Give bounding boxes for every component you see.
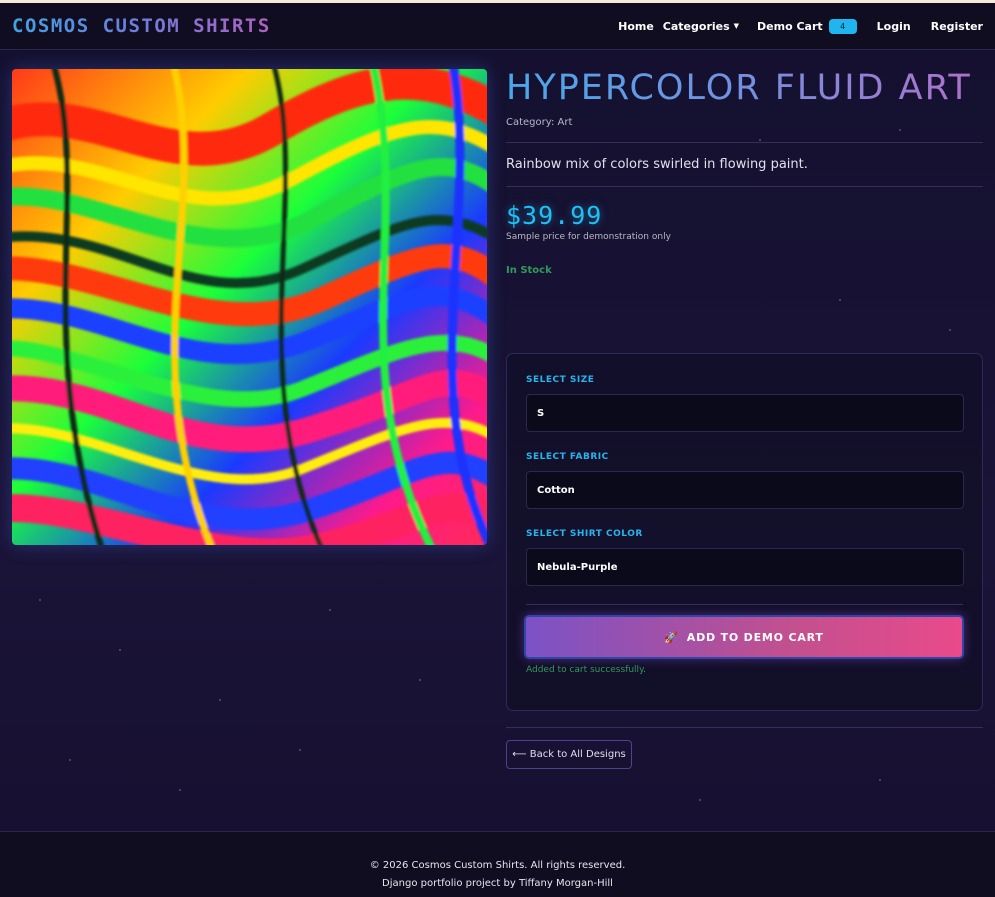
- shirt-color-select[interactable]: Nebula-Purple: [526, 548, 964, 586]
- divider: [526, 604, 963, 605]
- rocket-icon: 🚀: [664, 630, 679, 644]
- divider: [506, 142, 983, 143]
- product-title: HYPERCOLOR FLUID ART: [506, 69, 983, 108]
- add-to-cart-button[interactable]: 🚀 ADD TO DEMO CART: [524, 615, 964, 659]
- nav-categories-dropdown[interactable]: Categories ▼: [663, 20, 739, 33]
- footer-credit: Django portfolio project by Tiffany Morg…: [382, 878, 613, 889]
- product-image: [12, 69, 487, 545]
- footer-copyright: © 2026 Cosmos Custom Shirts. All rights …: [369, 860, 626, 871]
- size-select[interactable]: S: [526, 394, 964, 432]
- options-card: SELECT SIZE S SELECT FABRIC Cotton SELEC…: [506, 353, 983, 711]
- divider: [506, 186, 983, 187]
- product-detail: HYPERCOLOR FLUID ART Category: Art Rainb…: [0, 51, 995, 831]
- product-category: Category: Art: [506, 117, 573, 128]
- product-details: HYPERCOLOR FLUID ART Category: Art Rainb…: [506, 69, 983, 711]
- navbar: COSMOS CUSTOM SHIRTS Home Categories ▼ D…: [0, 3, 995, 50]
- nav-links: Home Categories ▼ Demo Cart 4 Login Regi…: [609, 18, 983, 34]
- brand-logo[interactable]: COSMOS CUSTOM SHIRTS: [12, 15, 271, 37]
- stock-status: In Stock: [506, 265, 552, 276]
- back-to-designs-button[interactable]: ⟵ Back to All Designs: [506, 740, 632, 769]
- shirt-color-label: SELECT SHIRT COLOR: [526, 529, 643, 539]
- nav-home[interactable]: Home: [618, 20, 654, 33]
- add-to-cart-label: ADD TO DEMO CART: [686, 630, 824, 644]
- product-description: Rainbow mix of colors swirled in flowing…: [506, 157, 808, 172]
- success-message: Added to cart successfully.: [526, 665, 646, 675]
- nav-demo-cart-label: Demo Cart: [757, 19, 823, 33]
- cart-count-badge: 4: [828, 18, 857, 34]
- fabric-select[interactable]: Cotton: [526, 471, 964, 509]
- nav-login[interactable]: Login: [877, 20, 911, 33]
- nav-categories-label: Categories: [662, 19, 730, 33]
- caret-down-icon: ▼: [733, 22, 740, 30]
- price-note: Sample price for demonstration only: [506, 232, 671, 242]
- nav-register[interactable]: Register: [931, 20, 983, 33]
- size-label: SELECT SIZE: [526, 375, 595, 385]
- fabric-label: SELECT FABRIC: [526, 452, 609, 462]
- divider: [506, 727, 983, 728]
- nav-demo-cart[interactable]: Demo Cart 4: [757, 18, 857, 34]
- footer: © 2026 Cosmos Custom Shirts. All rights …: [0, 831, 995, 897]
- product-price: $39.99: [506, 201, 603, 230]
